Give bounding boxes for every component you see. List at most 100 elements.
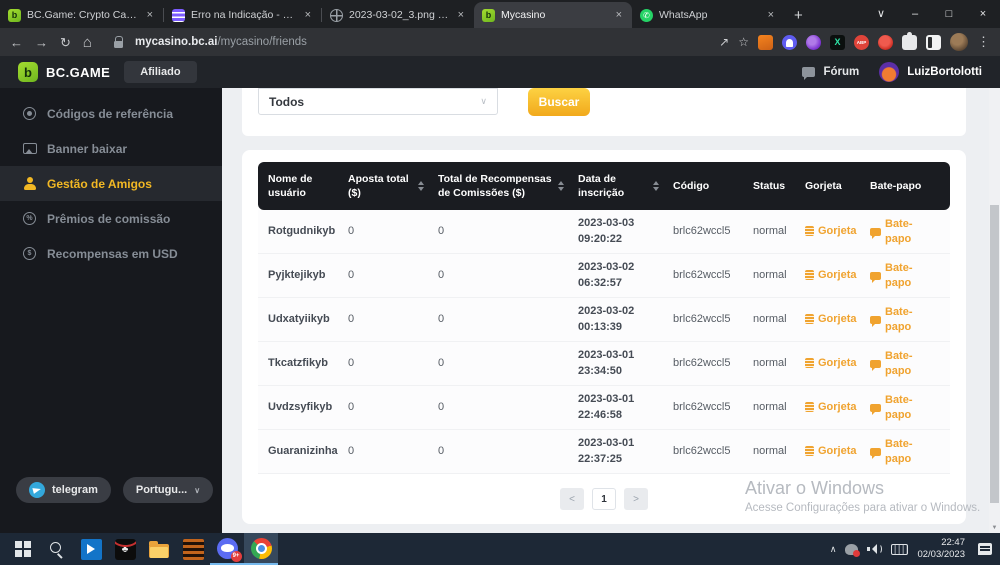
chat-link[interactable]: Bate-papo [860, 393, 950, 423]
taskbar-search-button[interactable] [40, 533, 74, 565]
tab-close-icon[interactable]: × [456, 9, 466, 21]
back-icon[interactable]: ← [10, 36, 23, 49]
sidebar-item-referral-codes[interactable]: Códigos de referência [0, 96, 222, 131]
cell-commission-total: 0 [428, 400, 568, 415]
sidebar-item-banner-download[interactable]: Banner baixar [0, 131, 222, 166]
chat-link[interactable]: Bate-papo [860, 261, 950, 291]
browser-menu-icon[interactable]: ⋮ [977, 34, 990, 50]
tray-expand-chevron-icon[interactable]: ∧ [830, 544, 837, 555]
reload-icon[interactable]: ↻ [60, 36, 71, 49]
url-path: /mycasino/friends [217, 36, 306, 48]
forum-link[interactable]: Fórum [823, 66, 859, 78]
purple-extension-icon[interactable] [806, 35, 821, 50]
prev-page-button[interactable]: < [560, 488, 584, 510]
pagination: < 1 > [258, 488, 950, 510]
telegram-button[interactable]: telegram [16, 477, 111, 503]
friends-person-icon [22, 177, 37, 190]
bcgame-favicon: b [482, 9, 495, 22]
extensions-puzzle-icon[interactable] [902, 35, 917, 50]
sidebar-item-usd-rewards[interactable]: $ Recompensas em USD [0, 236, 222, 271]
chat-link[interactable]: Bate-papo [860, 217, 950, 247]
share-icon[interactable]: ↗ [719, 35, 729, 49]
home-icon[interactable]: ⌂ [83, 35, 92, 50]
taskbar-chrome[interactable] [244, 533, 278, 565]
tip-link[interactable]: Gorjeta [795, 400, 860, 415]
tab-close-icon[interactable]: × [766, 9, 776, 21]
tab-whatsapp[interactable]: ✆ WhatsApp × [632, 2, 784, 28]
tab-close-icon[interactable]: × [303, 9, 313, 21]
new-tab-button[interactable]: + [784, 7, 815, 28]
forward-icon[interactable]: → [35, 36, 48, 49]
bookmark-star-icon[interactable]: ☆ [738, 35, 749, 49]
action-center-icon[interactable] [978, 543, 992, 555]
close-window-icon[interactable]: × [966, 0, 1000, 28]
anydesk-icon [81, 539, 102, 560]
minimize-icon[interactable]: – [898, 0, 932, 28]
page-scrollbar[interactable]: ▼ [989, 88, 1000, 533]
keyboard-tray-icon[interactable] [891, 544, 908, 555]
chrome-menu-chevron-icon[interactable]: ∨ [864, 0, 898, 28]
volume-icon[interactable] [867, 543, 882, 555]
address-bar[interactable]: mycasino.bc.ai/mycasino/friends [135, 36, 307, 48]
chat-link[interactable]: Bate-papo [860, 437, 950, 467]
metamask-extension-icon[interactable] [758, 35, 773, 50]
taskbar-anydesk[interactable] [74, 533, 108, 565]
sidebar-item-friends-management[interactable]: Gestão de Amigos [0, 166, 222, 201]
chat-link[interactable]: Bate-papo [860, 305, 950, 335]
phantom-extension-icon[interactable] [782, 35, 797, 50]
taskbar-striped-app[interactable] [176, 533, 210, 565]
recording-tray-icon[interactable] [845, 544, 858, 555]
tip-link[interactable]: Gorjeta [795, 356, 860, 371]
taskbar-file-explorer[interactable] [142, 533, 176, 565]
sort-icon[interactable] [418, 181, 424, 191]
col-signup-date[interactable]: Data de inscrição [568, 172, 663, 200]
sort-icon[interactable] [653, 181, 659, 191]
tab-bcgame-crypto-casino[interactable]: b BC.Game: Crypto Casino Gan × [0, 2, 163, 28]
tip-link[interactable]: Gorjeta [795, 268, 860, 283]
scrollbar-down-arrow[interactable]: ▼ [989, 525, 1000, 531]
user-avatar[interactable] [879, 62, 899, 82]
tip-link[interactable]: Gorjeta [795, 224, 860, 239]
coins-icon [805, 446, 814, 456]
taskbar-poker-app[interactable]: ♣ [108, 533, 142, 565]
start-button[interactable] [6, 533, 40, 565]
filter-dropdown[interactable]: Todos ∨ [258, 88, 498, 115]
chat-link[interactable]: Bate-papo [860, 349, 950, 379]
tab-close-icon[interactable]: × [145, 9, 155, 21]
bcgame-logo[interactable]: b [18, 62, 38, 82]
tab-erro-na-indicacao[interactable]: Erro na Indicação - BC.Game × [164, 2, 321, 28]
search-button[interactable]: Buscar [528, 88, 590, 116]
exchange-extension-icon[interactable]: X [830, 35, 845, 50]
percent-circle-icon: % [22, 212, 37, 225]
sidepanel-extension-icon[interactable] [926, 35, 941, 50]
language-selector[interactable]: Portugu... ∨ [123, 477, 213, 503]
col-bet-total[interactable]: Aposta total ($) [338, 172, 428, 200]
taskbar-clock[interactable]: 22:47 02/03/2023 [917, 537, 965, 562]
sidebar-footer: telegram Portugu... ∨ [16, 477, 213, 503]
sort-icon[interactable] [558, 181, 564, 191]
username-label[interactable]: LuizBortolotti [907, 66, 982, 78]
next-page-button[interactable]: > [624, 488, 648, 510]
adblock-extension-icon[interactable]: ABP [854, 35, 869, 50]
tip-link[interactable]: Gorjeta [795, 444, 860, 459]
cell-signup-date: 2023-03-02 00:13:39 [568, 304, 663, 335]
tab-title: WhatsApp [659, 9, 760, 21]
tab-png-image[interactable]: 2023-03-02_3.png (1024×76 × [322, 2, 474, 28]
chat-bubble-icon [870, 228, 881, 236]
scrollbar-thumb[interactable] [990, 205, 999, 503]
lock-icon[interactable] [114, 41, 123, 48]
col-commission-total[interactable]: Total de Recompensas de Comissões ($) [428, 172, 568, 200]
sidebar-item-commission-rewards[interactable]: % Prêmios de comissão [0, 201, 222, 236]
tab-close-icon[interactable]: × [614, 9, 624, 21]
maximize-icon[interactable]: □ [932, 0, 966, 28]
red-extension-icon[interactable] [878, 35, 893, 50]
chat-bubble-icon [870, 360, 881, 368]
forum-chat-icon [802, 67, 815, 77]
filter-value: Todos [269, 95, 304, 109]
affiliate-nav-button[interactable]: Afiliado [124, 61, 196, 83]
taskbar-discord[interactable]: 9+ [210, 533, 244, 565]
browser-profile-avatar[interactable] [950, 33, 968, 51]
page-number-button[interactable]: 1 [592, 488, 616, 510]
tab-mycasino-active[interactable]: b Mycasino × [474, 2, 632, 28]
tip-link[interactable]: Gorjeta [795, 312, 860, 327]
